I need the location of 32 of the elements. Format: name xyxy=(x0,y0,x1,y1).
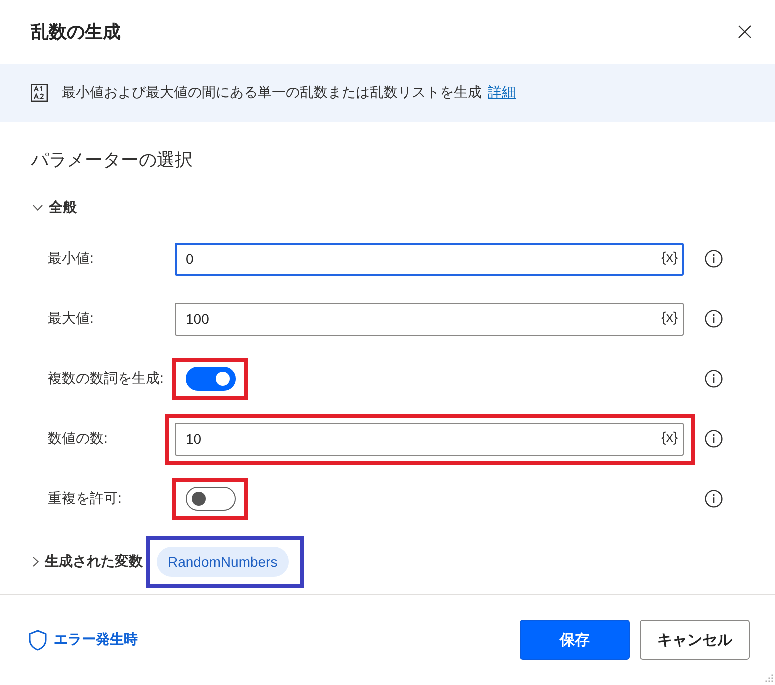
dialog-title: 乱数の生成 xyxy=(31,21,121,44)
close-icon xyxy=(738,25,752,39)
resize-grip-icon[interactable] xyxy=(764,674,774,684)
cancel-button[interactable]: キャンセル xyxy=(640,620,750,660)
variable-chip[interactable]: RandomNumbers xyxy=(157,547,289,577)
info-icon[interactable] xyxy=(705,430,723,448)
info-icon[interactable] xyxy=(705,490,723,508)
info-icon[interactable] xyxy=(705,310,723,328)
info-icon[interactable] xyxy=(705,370,723,388)
shield-icon xyxy=(29,630,47,650)
chevron-down-icon xyxy=(33,205,43,211)
toggle-switch[interactable] xyxy=(186,367,236,391)
info-icon[interactable] xyxy=(705,250,723,268)
insert-variable-button[interactable]: {x} xyxy=(660,424,680,448)
insert-variable-button[interactable]: {x} xyxy=(660,244,680,268)
field-label: 重複を許可: xyxy=(48,490,123,508)
close-button[interactable] xyxy=(738,25,752,39)
section-heading: パラメーターの選択 xyxy=(31,149,194,172)
cell-list-icon xyxy=(31,84,48,102)
chevron-right-icon xyxy=(33,557,39,567)
field-label: 数値の数: xyxy=(48,430,109,448)
section-header[interactable]: 生成された変数 xyxy=(31,550,143,574)
field-label: 最小値: xyxy=(48,250,95,268)
banner-description: 最小値および最大値の間にある単一の乱数または乱数リストを生成 xyxy=(62,84,482,102)
section-header[interactable]: 全般 xyxy=(31,196,77,220)
field-label: 最大値: xyxy=(48,310,95,328)
error-handling-link[interactable]: エラー発生時 xyxy=(29,630,138,650)
details-link[interactable]: 詳細 xyxy=(488,84,516,102)
field-label: 複数の数詞を生成: xyxy=(48,370,165,388)
save-button[interactable]: 保存 xyxy=(520,620,630,660)
toggle-switch[interactable] xyxy=(186,487,236,511)
insert-variable-button[interactable]: {x} xyxy=(660,304,680,328)
